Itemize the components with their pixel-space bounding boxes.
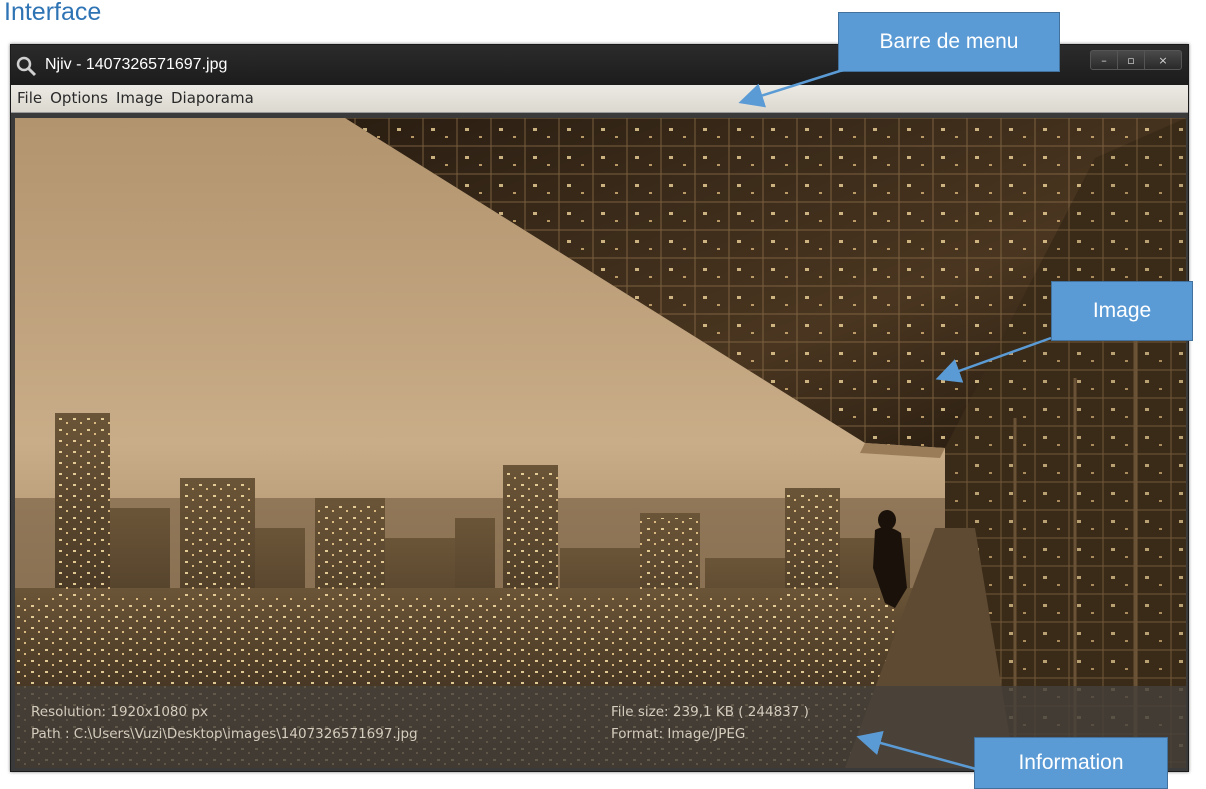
file-size-text: File size: 239,1 KB ( 244837 ) xyxy=(611,704,809,720)
window-title: Njiv - 1407326571697.jpg xyxy=(45,56,228,73)
document-heading: Interface xyxy=(4,0,102,26)
callout-information: Information xyxy=(974,737,1168,789)
close-button[interactable]: × xyxy=(1144,51,1181,69)
minimize-button[interactable]: – xyxy=(1091,51,1117,69)
resolution-text: Resolution: 1920x1080 px xyxy=(31,704,208,720)
displayed-photo xyxy=(15,118,1186,768)
menu-bar: File Options Image Diaporama xyxy=(11,85,1188,113)
magnifier-icon xyxy=(16,56,37,77)
window-controls: – ▫ × xyxy=(1090,50,1182,70)
menu-image[interactable]: Image xyxy=(112,85,167,112)
callout-menu-bar: Barre de menu xyxy=(838,12,1060,72)
path-text: Path : C:\Users\Vuzi\Desktop\images\1407… xyxy=(31,726,418,742)
format-text: Format: Image/JPEG xyxy=(611,726,746,742)
maximize-button[interactable]: ▫ xyxy=(1117,51,1144,69)
menu-options[interactable]: Options xyxy=(46,85,112,112)
callout-image: Image xyxy=(1051,281,1193,341)
image-viewport[interactable]: Resolution: 1920x1080 px Path : C:\Users… xyxy=(15,118,1186,768)
menu-file[interactable]: File xyxy=(13,85,46,112)
menu-diaporama[interactable]: Diaporama xyxy=(167,85,258,112)
app-window: Njiv - 1407326571697.jpg – ▫ × File Opti… xyxy=(10,44,1189,772)
